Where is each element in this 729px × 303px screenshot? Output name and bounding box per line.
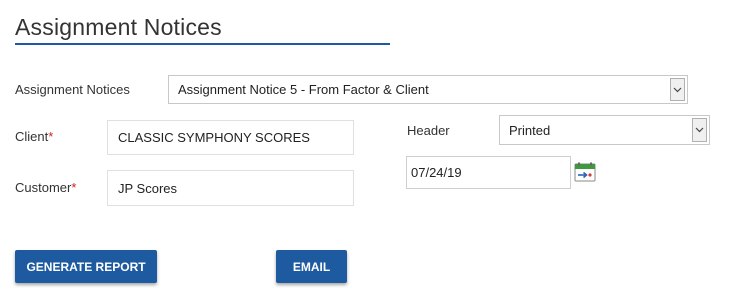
date-input[interactable]: 07/24/19 xyxy=(406,156,571,189)
title-underline xyxy=(15,43,390,45)
header-selected-value: Printed xyxy=(509,122,551,138)
date-value: 07/24/19 xyxy=(411,165,462,180)
customer-value: JP Scores xyxy=(118,180,178,196)
client-input[interactable]: CLASSIC SYMPHONY SCORES xyxy=(107,120,354,155)
customer-required-mark: * xyxy=(71,180,77,195)
client-value: CLASSIC SYMPHONY SCORES xyxy=(118,130,310,145)
page-title: Assignment Notices xyxy=(15,14,222,40)
header-select[interactable]: Printed xyxy=(499,115,710,145)
client-label: Client* xyxy=(15,129,54,144)
customer-label: Customer* xyxy=(15,180,77,195)
calendar-icon[interactable] xyxy=(574,162,596,182)
customer-input[interactable]: JP Scores xyxy=(107,170,354,206)
assignment-notices-select[interactable]: Assignment Notice 5 - From Factor & Clie… xyxy=(168,75,688,104)
generate-report-button[interactable]: GENERATE REPORT xyxy=(15,250,157,283)
client-required-mark: * xyxy=(48,129,54,144)
chevron-down-icon[interactable] xyxy=(692,118,707,142)
header-label: Header xyxy=(407,123,450,138)
assignment-notices-selected-value: Assignment Notice 5 - From Factor & Clie… xyxy=(178,82,429,97)
assignment-notices-label: Assignment Notices xyxy=(15,82,130,97)
chevron-down-icon[interactable] xyxy=(670,78,685,101)
email-button[interactable]: EMAIL xyxy=(276,250,347,283)
